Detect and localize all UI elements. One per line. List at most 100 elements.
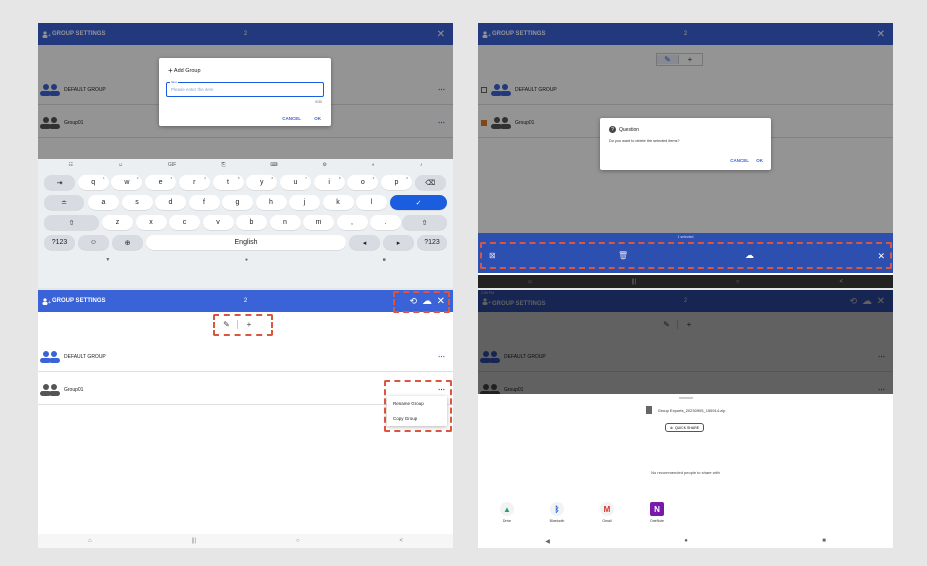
gmail-icon: M [600,502,614,516]
nav-home-circle-icon[interactable]: ○ [736,279,740,285]
plus-icon: + [168,66,173,75]
highlight-box [384,380,452,432]
app-row: ▲ Drive ᛒ Bluetooth M Gmail N OneNote [478,502,893,523]
key-c[interactable]: c [169,215,200,230]
key-.[interactable]: . [370,215,401,230]
cursor-right-key[interactable]: ▸ [383,235,414,250]
key-t[interactable]: t5 [212,175,244,190]
nav-home-icon[interactable]: ● [684,538,688,544]
key-p[interactable]: p0 [381,175,412,190]
key-b[interactable]: b [236,215,267,230]
emoji-key[interactable]: ☺ [78,235,109,250]
file-row: Group Exports_20230905_155914.zip [478,406,893,414]
key-h[interactable]: h [255,195,287,210]
globe-icon[interactable]: ⊕ [112,235,143,250]
key-u[interactable]: u7 [279,175,311,190]
group-row[interactable]: DEFAULT GROUP ⋯ [38,342,453,372]
numbers-key-right[interactable]: ?123 [417,235,447,250]
key-q[interactable]: q1 [77,175,109,190]
keyboard-toolbar-icon[interactable]: ☺ [118,162,123,172]
numbers-key[interactable]: ?123 [44,235,75,250]
home-icon[interactable]: ● [245,257,248,269]
dialog-message: Do you want to delete the selected items… [609,139,680,143]
key-r[interactable]: r4 [178,175,210,190]
app-onenote[interactable]: N OneNote [632,502,682,523]
key-g[interactable]: g [222,195,253,210]
keyboard-row-4: ?123 ☺ ⊕ English ◂ ▸ ?123 [44,235,447,250]
people-icon [40,384,60,396]
quick-share-icon: ⊚ [670,425,673,430]
app-drive[interactable]: ▲ Drive [482,502,532,523]
key-a[interactable]: a [88,195,119,210]
nav-recents-icon[interactable]: ||| [631,279,636,285]
key-v[interactable]: v [202,215,234,230]
people-icon [40,351,60,363]
drag-handle[interactable] [678,397,693,399]
dialog-title-row: + Add Group [168,66,201,75]
item-input[interactable]: Item Please enter the item [166,80,324,97]
ok-button[interactable]: OK [314,116,321,121]
nav-home-icon[interactable]: ⌂ [528,279,532,285]
key-w[interactable]: w2 [111,175,143,190]
key-x[interactable]: x [135,215,167,230]
page-title: GROUP SETTINGS [52,298,106,304]
backspace-key[interactable]: ⌫ [414,175,446,190]
key-e[interactable]: e3 [145,175,177,190]
keyboard-toolbar-icon[interactable]: ⚙ [323,162,327,172]
key-j[interactable]: j [289,195,320,210]
app-label: Drive [502,519,512,523]
app-label: OneNote [649,519,664,523]
quick-share-button[interactable]: ⊚ QUICK SHARE [665,423,705,432]
item-placeholder: Please enter the item [171,87,214,92]
share-sheet: Group Exports_20230905_155914.zip ⊚ QUIC… [478,394,893,548]
app-gmail[interactable]: M Gmail [582,502,632,523]
nav-back-icon[interactable]: ◀ [545,538,550,545]
nav-recents-icon[interactable]: ■ [822,538,826,544]
settings-key[interactable]: ≐ [44,195,84,210]
key-i[interactable]: i8 [313,175,345,190]
key-y[interactable]: y6 [246,175,278,190]
keyboard-toolbar-icon[interactable]: ◐ [372,162,375,172]
nav-back-icon[interactable]: < [400,538,404,544]
keyboard-toolbar-icon[interactable]: ♪ [420,162,423,172]
key-n[interactable]: n [269,215,301,230]
nav-recents-icon[interactable]: ||| [191,538,196,544]
recents-icon[interactable]: ■ [383,257,386,269]
keyboard-toolbar-icon[interactable]: ☷ [68,162,72,172]
shift-key-right[interactable]: ⇧ [402,215,447,230]
key-l[interactable]: l [356,195,387,210]
keyboard-toolbar-icon[interactable]: ⌨ [270,162,277,172]
key-m[interactable]: m [303,215,334,230]
key-f[interactable]: f [188,195,220,210]
cancel-button[interactable]: CANCEL [730,158,749,163]
app-label: Gmail [602,519,612,523]
cancel-button[interactable]: CANCEL [282,116,301,121]
keyboard-toolbar-icon[interactable]: GIF [168,162,176,172]
key-d[interactable]: d [155,195,186,210]
keyboard-toolbar: ☷ ☺ GIF ⎘ ⌨ ⚙ ◐ ♪ [46,162,445,172]
char-counter: 0/30 [315,100,322,104]
nav-back-icon[interactable]: < [840,279,844,285]
keyboard-toolbar-icon[interactable]: ⎘ [221,162,225,172]
question-dialog: ? Question Do you want to delete the sel… [600,118,771,170]
key-,[interactable]: , [336,215,368,230]
key-o[interactable]: o9 [347,175,379,190]
app-label: Bluetooth [549,519,565,523]
space-key[interactable]: English [146,235,346,250]
nav-home-circle-icon[interactable]: ○ [296,538,300,544]
key-s[interactable]: s [121,195,153,210]
key-z[interactable]: z [102,215,133,230]
tab-key[interactable]: ⇥ [44,175,75,190]
key-k[interactable]: k [322,195,354,210]
hide-keyboard-icon[interactable]: ▼ [105,257,110,269]
question-icon: ? [609,126,616,133]
more-icon[interactable]: ⋯ [438,353,445,361]
shift-key[interactable]: ⇧ [44,215,99,230]
ok-button[interactable]: OK [756,158,763,163]
cursor-left-key[interactable]: ◂ [349,235,380,250]
system-nav: ◀ ● ■ [478,534,893,548]
app-bluetooth[interactable]: ᛒ Bluetooth [532,502,582,523]
enter-key[interactable]: ✓ [390,195,447,210]
svg-text:+: + [48,300,51,305]
nav-home-icon[interactable]: ⌂ [88,538,92,544]
